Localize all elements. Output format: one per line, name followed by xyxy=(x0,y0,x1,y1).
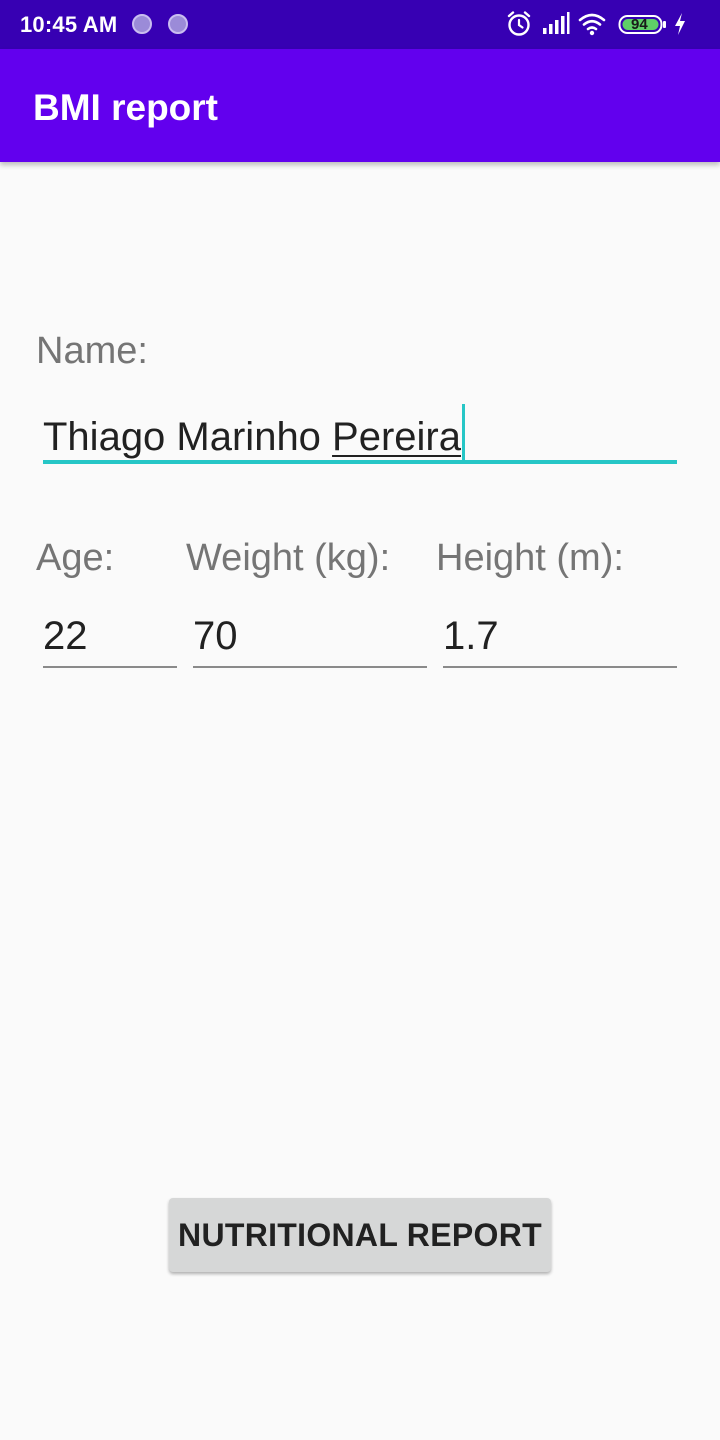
name-value-first: Thiago Marinho xyxy=(43,415,333,459)
height-input[interactable] xyxy=(443,608,677,664)
height-field[interactable] xyxy=(443,608,677,668)
weight-label: Weight (kg): xyxy=(186,537,391,579)
wifi-icon xyxy=(578,13,606,36)
notification-dot-icon xyxy=(168,14,188,34)
app-bar: BMI report xyxy=(0,49,720,162)
weight-field[interactable] xyxy=(193,608,427,668)
status-bar: 10:45 AM 94 xyxy=(0,0,720,49)
age-field[interactable] xyxy=(43,608,177,668)
app-title: BMI report xyxy=(33,87,218,128)
battery-level: 94 xyxy=(631,16,648,33)
name-label: Name: xyxy=(36,330,148,372)
charging-icon xyxy=(675,13,685,35)
weight-input[interactable] xyxy=(193,608,427,664)
name-value-composing: Pereira xyxy=(332,415,461,459)
signal-icon xyxy=(543,12,570,34)
status-time: 10:45 AM xyxy=(20,12,118,37)
height-label: Height (m): xyxy=(436,537,624,579)
text-cursor xyxy=(462,404,465,462)
status-icons: 94 xyxy=(506,10,706,40)
nutritional-report-button[interactable]: NUTRITIONAL REPORT xyxy=(169,1198,551,1272)
name-value: Thiago Marinho Pereira xyxy=(43,404,465,462)
notification-dot-icon xyxy=(132,14,152,34)
age-input[interactable] xyxy=(43,608,177,664)
age-label: Age: xyxy=(36,537,115,579)
alarm-icon xyxy=(507,11,531,36)
name-field[interactable]: Thiago Marinho Pereira xyxy=(43,400,677,464)
